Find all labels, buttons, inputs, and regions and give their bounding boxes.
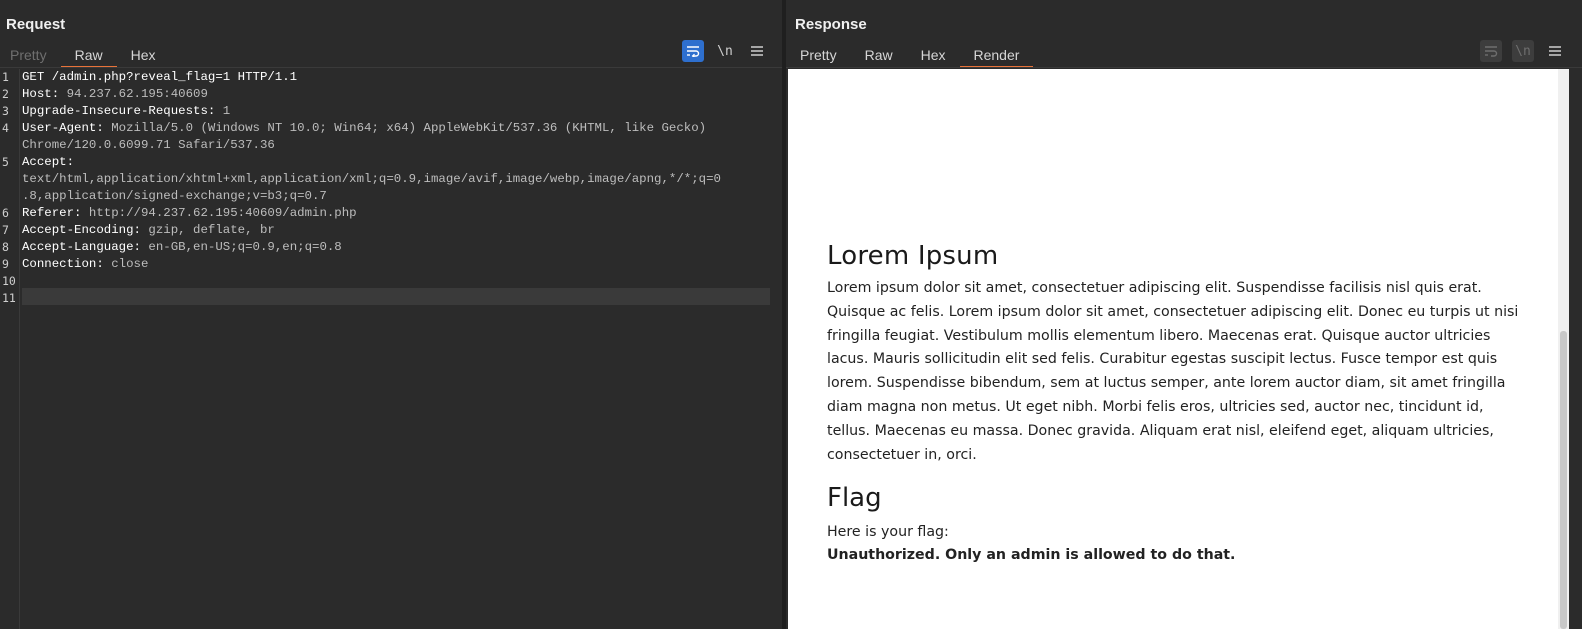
line-number: 6 [2, 206, 9, 220]
render-scrollbar-thumb[interactable] [1560, 331, 1567, 629]
request-toolbar: \n [682, 40, 768, 62]
request-line [22, 273, 770, 290]
request-line: Accept-Language: en-GB,en-US;q=0.9,en;q=… [22, 239, 770, 256]
response-show-newlines-button[interactable]: \n [1512, 40, 1534, 62]
header-name: Host: [22, 87, 60, 101]
line-number: 3 [2, 104, 9, 118]
header-name: GET /admin.php?reveal_flag=1 HTTP/1.1 [22, 70, 298, 84]
show-newlines-button[interactable]: \n [714, 40, 736, 62]
response-word-wrap-button[interactable] [1480, 40, 1502, 62]
line-number-gutter [0, 69, 20, 629]
hamburger-icon [1549, 46, 1561, 56]
request-line: Upgrade-Insecure-Requests: 1 [22, 103, 770, 120]
line-number: 5 [2, 155, 9, 169]
request-line: .8,application/signed-exchange;v=b3;q=0.… [22, 188, 770, 205]
rendered-flag-heading: Flag [827, 483, 882, 514]
request-tab-raw[interactable]: Raw [60, 44, 117, 68]
request-line: text/html,application/xhtml+xml,applicat… [22, 171, 770, 188]
line-number: 9 [2, 257, 9, 271]
request-line: Host: 94.237.62.195:40609 [22, 86, 770, 103]
line-number: 4 [2, 121, 9, 135]
line-number: 11 [2, 291, 16, 305]
line-number: 7 [2, 223, 9, 237]
header-name: Accept-Encoding: [22, 223, 141, 237]
word-wrap-button[interactable] [682, 40, 704, 62]
rendered-response-view: Lorem Ipsum Lorem ipsum dolor sit amet, … [788, 69, 1569, 629]
header-name: Connection: [22, 257, 104, 271]
request-tabs: Pretty Raw Hex [0, 44, 170, 68]
response-tab-render[interactable]: Render [959, 44, 1034, 68]
flag-label: Here is your flag: [827, 524, 949, 541]
response-tabs: Pretty Raw Hex Render [786, 44, 1034, 68]
rendered-page-content: Lorem Ipsum Lorem ipsum dolor sit amet, … [827, 239, 1522, 567]
header-value: Chrome/120.0.6099.71 Safari/537.36 [22, 138, 275, 152]
header-value: Mozilla/5.0 (Windows NT 10.0; Win64; x64… [103, 121, 707, 135]
rendered-paragraph: Lorem ipsum dolor sit amet, consectetuer… [827, 280, 1519, 463]
request-line: Connection: close [22, 256, 770, 273]
request-line: Accept: [22, 154, 770, 171]
request-title: Request [6, 16, 66, 33]
request-editor[interactable]: 1 2 3 4 5 6 7 8 9 10 11 GET /admin.php?reveal_flag… [0, 69, 782, 629]
header-name: Upgrade-Insecure-Requests: [22, 104, 216, 118]
request-line: Accept-Encoding: gzip, deflate, br [22, 222, 770, 239]
line-number: 1 [2, 70, 9, 84]
response-tab-pretty[interactable]: Pretty [786, 44, 851, 68]
request-line: GET /admin.php?reveal_flag=1 HTTP/1.1 [22, 69, 770, 86]
request-line: User-Agent: Mozilla/5.0 (Windows NT 10.0… [22, 120, 770, 137]
word-wrap-icon [1485, 46, 1498, 57]
line-number: 2 [2, 87, 9, 101]
header-value: .8,application/signed-exchange;v=b3;q=0.… [22, 189, 327, 203]
header-name: User-Agent: [22, 121, 104, 135]
header-value: gzip, deflate, br [140, 223, 275, 237]
header-value: 94.237.62.195:40609 [59, 87, 208, 101]
request-raw-text: GET /admin.php?reveal_flag=1 HTTP/1.1 Hos… [22, 69, 770, 307]
response-tab-hex[interactable]: Hex [907, 44, 960, 68]
header-name: Accept: [22, 155, 75, 169]
response-menu-button[interactable] [1544, 40, 1566, 62]
request-tab-divider [0, 67, 782, 68]
header-value: http://94.237.62.195:40609/admin.php [81, 206, 357, 220]
flag-value: Unauthorized. Only an admin is allowed t… [827, 547, 1236, 564]
request-panel: Request Pretty Raw Hex \n 1 2 3 4 5 6 7 8 9 10 11 … [0, 0, 782, 629]
response-panel: Response Pretty Raw Hex Render \n Lorem … [786, 0, 1582, 629]
response-tab-divider [786, 67, 1582, 68]
hamburger-icon [751, 46, 763, 56]
request-line: Referer: http://94.237.62.195:40609/admi… [22, 205, 770, 222]
header-name: Accept-Language: [22, 240, 141, 254]
response-tab-raw[interactable]: Raw [851, 44, 907, 68]
response-toolbar: \n [1480, 40, 1566, 62]
menu-button[interactable] [746, 40, 768, 62]
request-tab-hex[interactable]: Hex [117, 44, 170, 68]
render-scrollbar[interactable] [1558, 69, 1569, 629]
header-value: 1 [215, 104, 231, 118]
line-number: 10 [2, 274, 16, 288]
line-number: 8 [2, 240, 9, 254]
response-title: Response [795, 16, 867, 33]
rendered-heading: Lorem Ipsum [827, 241, 999, 271]
request-line [22, 290, 770, 307]
header-value: en-GB,en-US;q=0.9,en;q=0.8 [140, 240, 342, 254]
header-value: close [103, 257, 149, 271]
request-tab-pretty[interactable]: Pretty [0, 44, 61, 68]
header-value: text/html,application/xhtml+xml,applicat… [22, 172, 721, 186]
word-wrap-icon [687, 46, 700, 57]
request-line: Chrome/120.0.6099.71 Safari/537.36 [22, 137, 770, 154]
header-name: Referer: [22, 206, 82, 220]
